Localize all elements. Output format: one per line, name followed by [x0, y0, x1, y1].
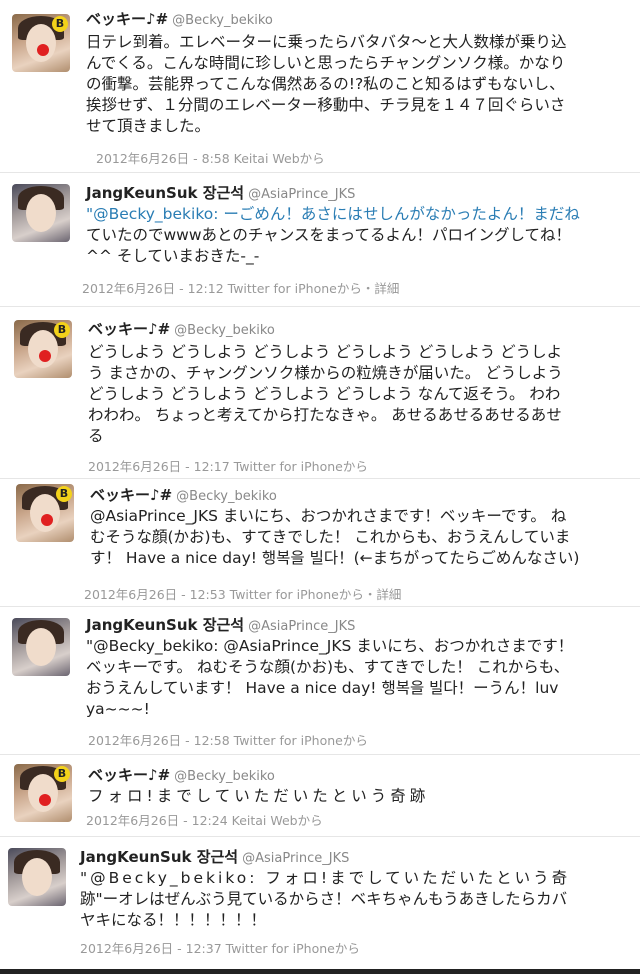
tweet-line: どうしよう どうしよう どうしよう どうしよう どうしよう どうしよ [88, 343, 563, 361]
tweet-line: ヤキになる！！！！！！！ [80, 911, 267, 929]
tweet-line: す！ Have a nice day! 행복을 빌다！(←まちがってたらごめんな… [90, 549, 580, 567]
tweet-line: る [88, 427, 104, 445]
tweet-timestamp[interactable]: 2012年6月26日 - 12:17 Twitter for iPhoneから [88, 456, 368, 475]
user-name[interactable]: ベッキー♪# [90, 486, 172, 504]
avatar[interactable] [12, 618, 70, 676]
avatar[interactable]: B [14, 764, 72, 822]
tweet-line: せて頂きました。 [86, 117, 211, 135]
tweet-line: の衝撃。芸能界ってこんな偶然あるの!?私のこと知るはずもないし、 [86, 75, 565, 93]
tweet-line: 跡"ーオレはぜんぶう見ているからさ！ベキちゃんもうあきしたらカバ [80, 890, 568, 908]
tweet-text: 日テレ到着。エレベーターに乗ったらバタバタ～と大人数様が乗り込 んでくる。こんな… [86, 32, 567, 137]
tweet-text: どうしよう どうしよう どうしよう どうしよう どうしよう どうしよ う まさか… [88, 342, 563, 447]
avatar[interactable] [12, 184, 70, 242]
avatar[interactable]: B [14, 320, 72, 378]
divider [0, 172, 640, 173]
tweet-text: @AsiaPrince_JKS まいにち、おつかれさまです！ベッキーです。 ね … [90, 506, 579, 569]
user-name[interactable]: JangKeunSuk 장근석 [86, 184, 244, 202]
avatar[interactable]: B [16, 484, 74, 542]
divider [0, 836, 640, 837]
tweet-text: "@Becky_bekiko: ーごめん！あさにはせしんがなかったよん！まだね … [86, 204, 580, 267]
tweet-line: ベッキーです。 ねむそうな顔(かお)も、すてきでした！ これからも、 [86, 658, 570, 676]
divider [0, 478, 640, 479]
tweet-timestamp[interactable]: 2012年6月26日 - 12:37 Twitter for iPhoneから [80, 938, 360, 957]
avatar[interactable] [8, 848, 66, 906]
avatar[interactable]: B [12, 14, 70, 72]
user-name[interactable]: ベッキー♪# [88, 766, 170, 784]
divider [0, 306, 640, 307]
user-name[interactable]: JangKeunSuk 장근석 [86, 616, 244, 634]
tweet-line: むそうな顔(かお)も、すてきでした！ これからも、おうえんしていま [90, 528, 571, 546]
tweet-line: どうしよう どうしよう どうしよう どうしよう なんて返そう。 わわ [88, 385, 561, 403]
user-handle[interactable]: @Becky_bekiko [174, 769, 275, 784]
user-handle[interactable]: @Becky_bekiko [176, 489, 277, 504]
tweet-line: @AsiaPrince_JKS まいにち、おつかれさまです！ベッキーです。 ね [90, 507, 567, 525]
tweet-line: 挨拶せず、１分間のエレベーター移動中、チラ見を１４７回ぐらいさ [86, 96, 566, 114]
tweet-line: ていたのでwwwあとのチャンスをまってるよん！パロイングしてね！ [86, 226, 572, 244]
tweet-line: おうえんしています！ Have a nice day! 행복을 빌다！ーうん！l… [86, 679, 559, 697]
user-name[interactable]: ベッキー♪# [86, 10, 168, 28]
tweet-text: "@Becky_bekiko: @AsiaPrince_JKS まいにち、おつか… [86, 636, 573, 720]
divider [0, 606, 640, 607]
user-handle[interactable]: @AsiaPrince_JKS [242, 851, 349, 866]
user-name[interactable]: JangKeunSuk 장근석 [80, 848, 238, 866]
tweet-line: "@Becky_bekiko: ーごめん！あさにはせしんがなかったよん！まだね [86, 205, 580, 223]
tweet-line: ya~~~! [86, 700, 150, 718]
tweet-line: わわわ。 ちょっと考えてから打たなきゃ。 あせるあせるあせるあせ [88, 406, 562, 424]
tweet-timestamp[interactable]: 2012年6月26日 - 12:53 Twitter for iPhoneから・… [84, 584, 401, 603]
tweet-line: ^^ そしていまおきた-_- [86, 247, 260, 265]
tweet-timestamp[interactable]: 2012年6月26日 - 12:24 Keitai Webから [86, 810, 323, 829]
tweet-timestamp[interactable]: 2012年6月26日 - 12:58 Twitter for iPhoneから [88, 730, 368, 749]
tweet-line: う まさかの、チャングンソク様からの粒焼きが届いた。 どうしよう [88, 364, 563, 382]
tweet-line: "@Becky_bekiko: フォロ!までしていただいたという奇 [80, 869, 571, 887]
user-handle[interactable]: @AsiaPrince_JKS [248, 619, 355, 634]
tweet-text: "@Becky_bekiko: フォロ!までしていただいたという奇 跡"ーオレは… [80, 868, 570, 931]
user-handle[interactable]: @AsiaPrince_JKS [248, 187, 355, 202]
user-name[interactable]: ベッキー♪# [88, 320, 170, 338]
tweet-text: フォロ!までしていただいたという奇跡 [88, 786, 429, 807]
tweet-timestamp[interactable]: 2012年6月26日 - 8:58 Keitai Webから [96, 148, 325, 167]
tweet-line: フォロ!までしていただいたという奇跡 [88, 787, 430, 805]
user-handle[interactable]: @Becky_bekiko [172, 13, 273, 28]
tweet-line: "@Becky_bekiko: @AsiaPrince_JKS まいにち、おつか… [86, 637, 574, 655]
tweet-line: 日テレ到着。エレベーターに乗ったらバタバタ～と大人数様が乗り込 [86, 33, 567, 51]
bottom-border [0, 969, 640, 974]
tweet-timestamp[interactable]: 2012年6月26日 - 12:12 Twitter for iPhoneから・… [82, 278, 399, 297]
user-handle[interactable]: @Becky_bekiko [174, 323, 275, 338]
divider [0, 754, 640, 755]
tweet-line: んでくる。こんな時間に珍しいと思ったらチャングンソク様。かなり [86, 54, 566, 72]
